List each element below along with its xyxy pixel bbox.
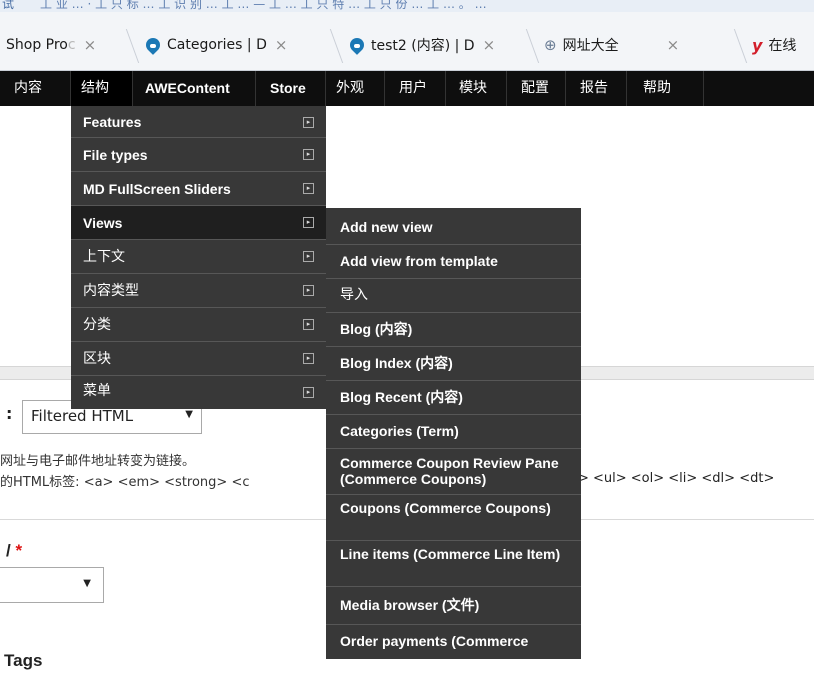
close-icon[interactable]: × <box>483 36 496 54</box>
text-format-label-partial: : <box>6 404 13 423</box>
tab-title: Shop Pro <box>6 37 68 53</box>
menu-item-categories[interactable]: Categories (Term) <box>326 415 581 449</box>
submenu-arrow-icon: ▸ <box>303 319 314 330</box>
menu-item-label: 菜单 <box>83 383 111 399</box>
menu-item-label: File types <box>83 147 148 163</box>
submenu-arrow-icon: ▸ <box>303 117 314 128</box>
text-format-value: Filtered HTML <box>31 407 134 425</box>
menu-item-taxonomy[interactable]: 分类 ▸ <box>71 308 326 342</box>
menu-item-label: 内容类型 <box>83 283 139 299</box>
views-submenu: Add new view Add view from template 导入 B… <box>326 208 581 659</box>
menu-item-label: MD FullScreen Sliders <box>83 181 231 197</box>
menu-item-menus[interactable]: 菜单 ▸ <box>71 376 326 409</box>
tab-test2[interactable]: test2 (内容) | D × <box>349 29 495 61</box>
nav-item-modules[interactable]: 模块 <box>446 71 507 106</box>
tab-wangzhi[interactable]: ⊕ 网址大全 × <box>544 29 679 61</box>
nav-item-structure[interactable]: 结构 <box>71 71 133 106</box>
drupal-drop-icon <box>145 37 161 53</box>
menu-item-line-items[interactable]: Line items (Commerce Line Item) <box>326 541 581 587</box>
nav-item-store[interactable]: Store <box>256 71 326 106</box>
bookmarks-partial[interactable]: 工 业 … · 工 只 标 … 工 识 别 … 工 … — 工 … 工 只 特 … <box>40 0 487 12</box>
category-field-label-text: / <box>6 541 11 560</box>
nav-item-awecontent[interactable]: AWEContent <box>133 71 256 106</box>
tab-categories[interactable]: Categories | D × <box>145 29 287 61</box>
format-tip-line1: 网址与电子邮件地址转变为链接。 <box>0 454 196 469</box>
tab-title: 在线 <box>768 38 797 54</box>
submenu-arrow-icon: ▸ <box>303 149 314 160</box>
menu-item-blog-recent[interactable]: Blog Recent (内容) <box>326 381 581 415</box>
menu-item-commerce-coupon-review-pane[interactable]: Commerce Coupon Review Pane (Commerce Co… <box>326 449 581 495</box>
nav-item-appearance[interactable]: 外观 <box>326 71 385 106</box>
menu-item-md-fullscreen-sliders[interactable]: MD FullScreen Sliders ▸ <box>71 172 326 206</box>
tab-shop-pro[interactable]: Shop Pro c × <box>6 29 96 61</box>
menu-item-media-browser[interactable]: Media browser (文件) <box>326 587 581 625</box>
structure-dropdown-menu: Features ▸ File types ▸ MD FullScreen Sl… <box>71 106 326 409</box>
submenu-arrow-icon: ▸ <box>303 251 314 262</box>
chevron-down-icon: ▼ <box>185 409 193 420</box>
menu-item-views[interactable]: Views ▸ <box>71 206 326 240</box>
tab-divider <box>525 29 540 63</box>
browser-bookmarks-strip: 试 工 业 … · 工 只 标 … 工 识 别 … 工 … — 工 … 工 只 … <box>0 0 814 12</box>
menu-item-order-payments[interactable]: Order payments (Commerce <box>326 625 581 659</box>
menu-item-label: 上下文 <box>83 249 125 265</box>
menu-item-file-types[interactable]: File types ▸ <box>71 138 326 172</box>
submenu-arrow-icon: ▸ <box>303 285 314 296</box>
submenu-arrow-icon: ▸ <box>303 217 314 228</box>
tab-fade: c <box>67 37 76 53</box>
nav-item-content[interactable]: 内容 <box>0 71 71 106</box>
close-icon[interactable]: × <box>667 36 680 54</box>
tab-zaixian[interactable]: y 在线 <box>752 29 796 61</box>
format-tip-line2-prefix: 的HTML标签: <a> <em> <strong> <c <box>0 475 250 490</box>
submenu-arrow-icon: ▸ <box>303 387 314 398</box>
nav-item-help[interactable]: 帮助 <box>627 71 704 106</box>
nav-item-config[interactable]: 配置 <box>507 71 566 106</box>
required-mark: * <box>15 541 23 560</box>
tab-divider <box>125 29 140 63</box>
submenu-arrow-icon: ▸ <box>303 353 314 364</box>
submenu-arrow-icon: ▸ <box>303 183 314 194</box>
tab-title: test2 (内容) | D <box>371 38 475 54</box>
menu-item-blog-index[interactable]: Blog Index (内容) <box>326 347 581 381</box>
tab-title: Categories | D <box>167 37 267 53</box>
menu-item-blocks[interactable]: 区块 ▸ <box>71 342 326 376</box>
menu-item-blog[interactable]: Blog (内容) <box>326 313 581 347</box>
tags-field-label: Tags <box>4 651 43 670</box>
nav-item-users[interactable]: 用户 <box>385 71 446 106</box>
menu-item-label: Views <box>83 215 123 231</box>
drupal-drop-icon <box>349 37 365 53</box>
menu-item-context[interactable]: 上下文 ▸ <box>71 240 326 274</box>
y-logo-icon: y <box>752 35 763 55</box>
menu-item-add-new-view[interactable]: Add new view <box>326 208 581 245</box>
browser-tab-bar: Shop Pro c × Categories | D × test2 (内容)… <box>0 12 814 71</box>
close-icon[interactable]: × <box>84 36 97 54</box>
admin-menu-bar: 内容 结构 AWEContent Store 外观 用户 模块 配置 报告 帮助 <box>0 71 814 106</box>
category-field-label: / * <box>6 541 22 561</box>
menu-item-coupons[interactable]: Coupons (Commerce Coupons) <box>326 495 581 541</box>
menu-item-label: Features <box>83 114 142 130</box>
close-icon[interactable]: × <box>275 36 288 54</box>
menu-item-content-types[interactable]: 内容类型 ▸ <box>71 274 326 308</box>
menu-item-label: 区块 <box>83 351 111 367</box>
menu-item-features[interactable]: Features ▸ <box>71 106 326 138</box>
chevron-down-icon: ▼ <box>83 578 91 589</box>
tab-title: 网址大全 <box>562 38 619 54</box>
tab-divider <box>733 29 748 63</box>
tab-divider <box>329 29 344 63</box>
menu-item-label: 分类 <box>83 317 111 333</box>
category-select[interactable]: ▼ <box>0 567 104 603</box>
menu-item-add-view-from-template[interactable]: Add view from template <box>326 245 581 279</box>
menu-item-import[interactable]: 导入 <box>326 279 581 313</box>
format-tip-line2-suffix: > <ul> <ol> <li> <dl> <dt> <box>578 471 775 486</box>
bookmark-partial[interactable]: 试 <box>2 0 14 12</box>
globe-icon: ⊕ <box>544 36 557 54</box>
nav-item-reports[interactable]: 报告 <box>566 71 627 106</box>
